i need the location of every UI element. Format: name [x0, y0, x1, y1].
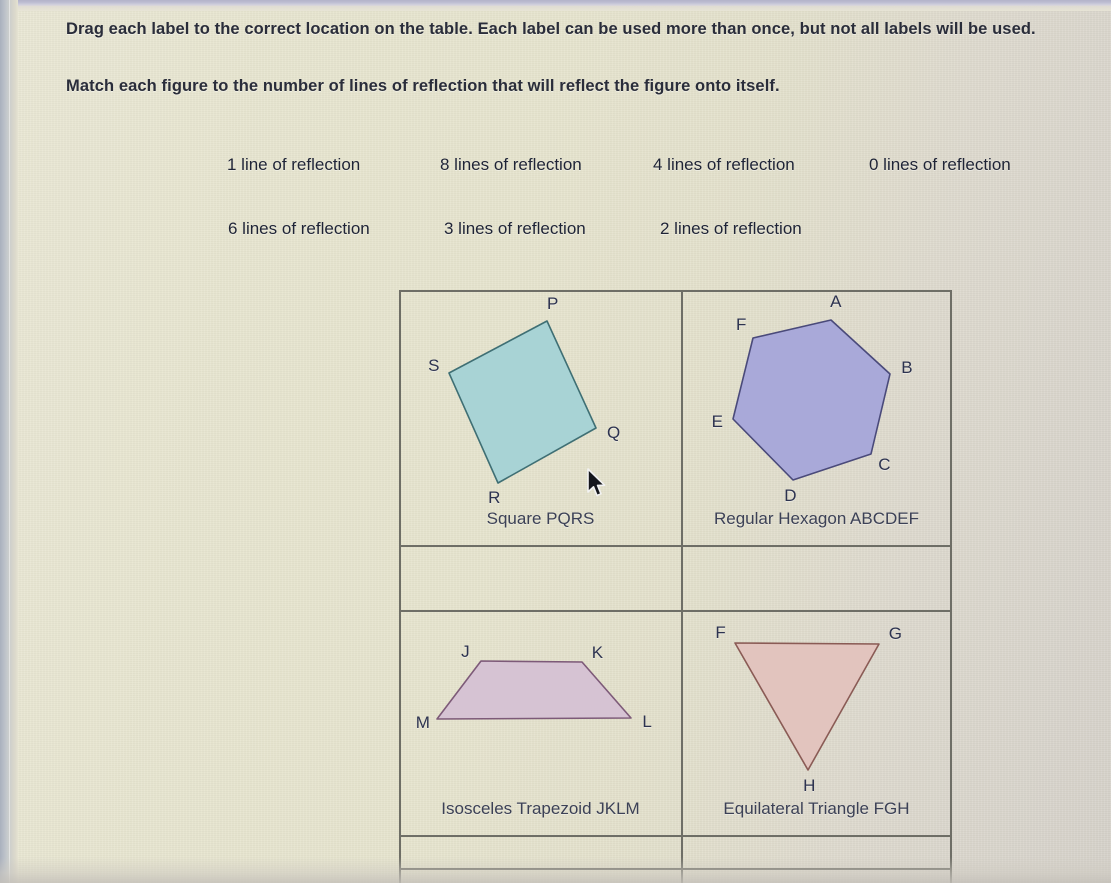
label-0-lines[interactable]: 0 lines of reflection — [869, 155, 1011, 175]
label-2-lines[interactable]: 2 lines of reflection — [660, 219, 802, 239]
drop-zone-hexagon[interactable] — [683, 546, 950, 610]
label-4-lines[interactable]: 4 lines of reflection — [653, 155, 795, 175]
matching-table: Square PQRS Regular Hexagon ABCDEF Isosc… — [399, 290, 952, 883]
vertex-label-square-S: S — [428, 355, 440, 375]
table-rule-bottom — [399, 868, 952, 870]
screenshot-root: Drag each label to the correct location … — [0, 0, 1111, 883]
instruction-drag-labels: Drag each label to the correct location … — [66, 20, 1036, 38]
vertex-label-hexagon-D: D — [784, 485, 797, 505]
instruction-match-figures: Match each figure to the number of lines… — [66, 77, 780, 95]
vertex-label-hexagon-E: E — [711, 412, 723, 432]
drop-zone-trapezoid[interactable] — [400, 836, 681, 868]
vertex-label-square-R: R — [488, 488, 501, 508]
caption-square: Square PQRS — [486, 509, 595, 528]
caption-triangle: Equilateral Triangle FGH — [723, 799, 910, 818]
figure-cell-square: Square PQRS — [400, 291, 681, 545]
figure-cell-hexagon: Regular Hexagon ABCDEF — [683, 291, 950, 545]
vertex-label-trapezoid-L: L — [642, 711, 652, 731]
vertex-label-hexagon-B: B — [901, 358, 913, 378]
drop-zone-triangle[interactable] — [683, 836, 950, 868]
window-top-strip-secondary — [18, 6, 1111, 11]
caption-trapezoid: Isosceles Trapezoid JKLM — [441, 799, 640, 818]
label-8-lines[interactable]: 8 lines of reflection — [440, 155, 582, 175]
vertex-label-hexagon-F: F — [736, 314, 747, 334]
vertex-label-triangle-H: H — [803, 775, 816, 795]
label-6-lines[interactable]: 6 lines of reflection — [228, 219, 370, 239]
vertex-label-triangle-G: G — [888, 624, 902, 644]
figure-cell-triangle: Equilateral Triangle FGH — [683, 611, 950, 835]
caption-hexagon: Regular Hexagon ABCDEF — [713, 509, 920, 528]
vertex-label-triangle-F: F — [715, 623, 726, 643]
window-left-strip — [0, 0, 18, 883]
vertex-label-square-P: P — [546, 293, 559, 313]
vertex-label-hexagon-C: C — [878, 454, 891, 474]
vertex-label-trapezoid-M: M — [415, 712, 430, 732]
drop-zone-square[interactable] — [400, 546, 681, 610]
table-border-right — [950, 290, 952, 883]
vertex-label-trapezoid-J: J — [461, 641, 470, 661]
vertex-label-hexagon-A: A — [830, 292, 842, 312]
label-3-lines[interactable]: 3 lines of reflection — [444, 219, 586, 239]
label-1-line[interactable]: 1 line of reflection — [227, 155, 360, 175]
figure-cell-trapezoid: Isosceles Trapezoid JKLM — [400, 611, 681, 835]
vertex-label-square-Q: Q — [606, 422, 621, 442]
vertex-label-trapezoid-K: K — [591, 642, 604, 662]
